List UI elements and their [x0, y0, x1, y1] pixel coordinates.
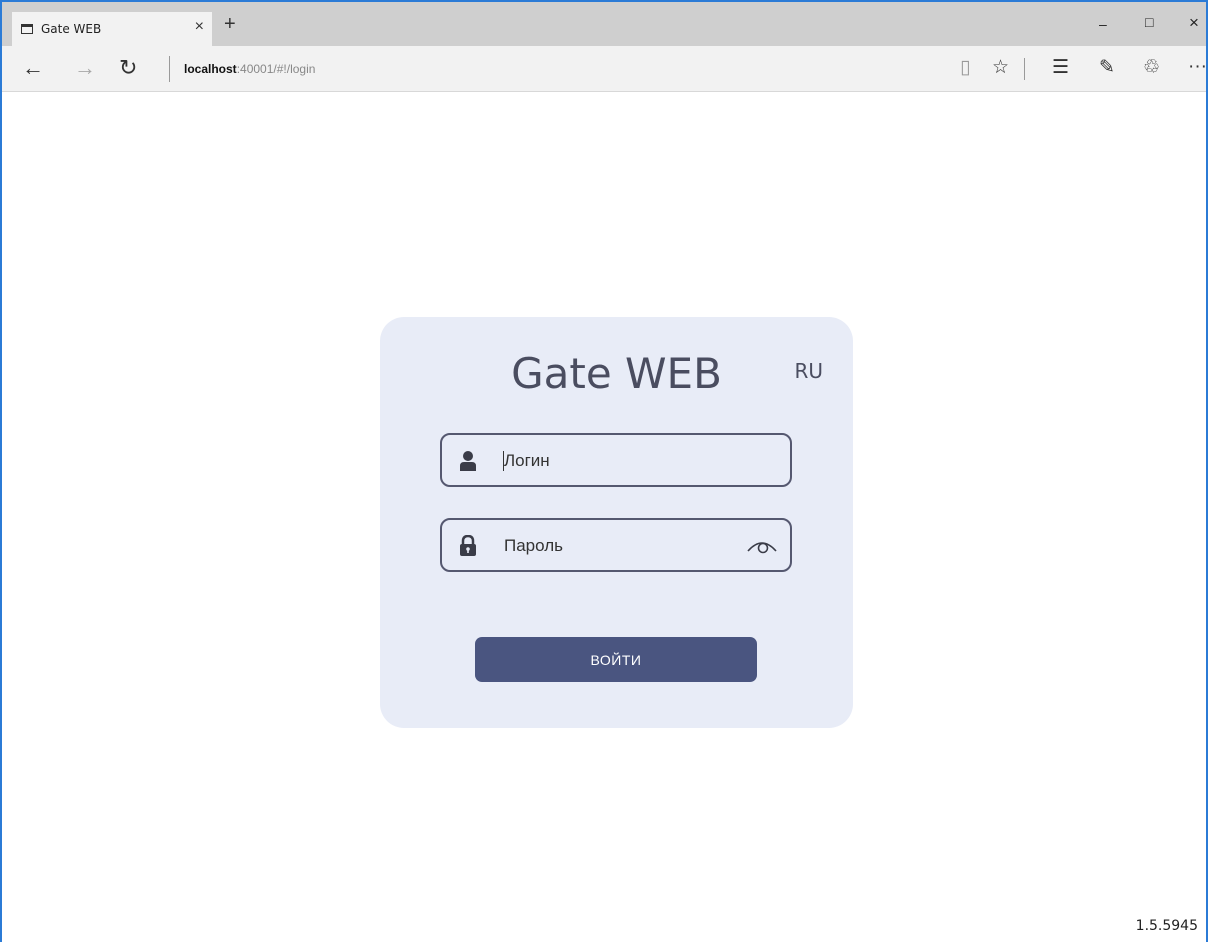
refresh-button[interactable]: ↻ [119, 56, 137, 80]
share-icon[interactable]: ♲ [1143, 57, 1160, 79]
close-window-button[interactable]: × [1189, 13, 1199, 33]
tab-title: Gate WEB [41, 22, 102, 36]
tab-strip: Gate WEB × + – □ × [2, 2, 1206, 46]
back-button[interactable]: ← [22, 56, 44, 80]
hub-icon[interactable]: ☰ [1052, 57, 1069, 79]
maximize-button[interactable]: □ [1145, 14, 1153, 30]
username-input[interactable] [502, 443, 736, 479]
eye-icon[interactable] [746, 535, 778, 555]
page-content: Gate WEB RU Логин ВОЙТИ 1.5.5945 [2, 92, 1206, 942]
minimize-button[interactable]: – [1099, 16, 1107, 32]
web-note-icon[interactable]: ✎ [1099, 57, 1115, 79]
page-icon [21, 24, 33, 34]
password-field[interactable] [440, 518, 792, 572]
new-tab-button[interactable]: + [224, 14, 236, 34]
language-switch[interactable]: RU [794, 359, 823, 383]
reading-view-icon[interactable]: ▯ [960, 57, 970, 79]
address-divider [169, 56, 170, 82]
more-icon[interactable]: ··· [1188, 56, 1207, 78]
url-path: :40001/#!/login [236, 62, 316, 76]
login-button[interactable]: ВОЙТИ [475, 637, 757, 682]
toolbar-divider [1024, 58, 1025, 80]
url-host: localhost [184, 62, 237, 76]
forward-button[interactable]: → [74, 56, 96, 80]
version-label: 1.5.5945 [1135, 918, 1198, 934]
user-icon [460, 451, 476, 471]
url-field[interactable]: localhost:40001/#!/login [184, 62, 315, 76]
tab-close-icon[interactable]: × [195, 18, 204, 36]
favorite-star-icon[interactable]: ☆ [992, 57, 1009, 79]
username-field[interactable] [440, 433, 792, 487]
browser-tab[interactable]: Gate WEB × [12, 12, 212, 46]
login-card: Gate WEB RU Логин ВОЙТИ [380, 317, 853, 728]
app-title: Gate WEB [511, 349, 722, 398]
browser-window: Gate WEB × + – □ × ← → ↻ localhost:40001… [0, 0, 1208, 942]
password-input[interactable] [502, 528, 736, 564]
address-bar: ← → ↻ localhost:40001/#!/login ▯ ☆ ☰ ✎ ♲… [2, 46, 1207, 92]
lock-icon [460, 535, 476, 556]
